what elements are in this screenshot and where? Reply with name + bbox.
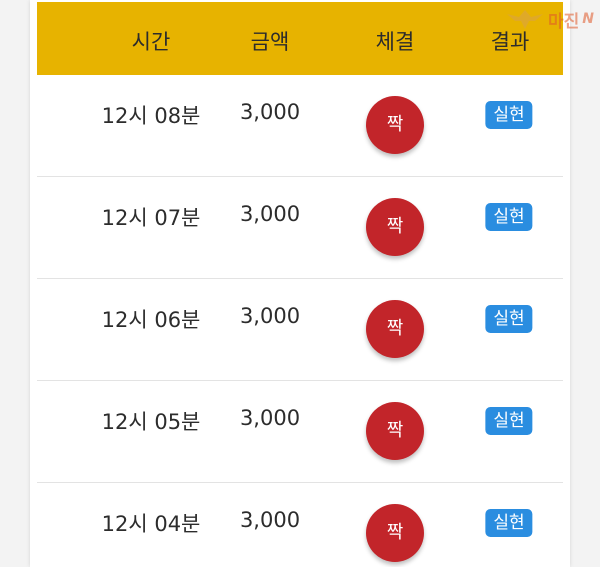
row-amount: 3,000: [239, 202, 301, 226]
page: 시간 금액 체결 결과 12시 08분 3,000 짝 실현 12시 07분 3…: [0, 0, 600, 567]
watermark-logo: 마진 N: [505, 4, 594, 34]
history-card: 시간 금액 체결 결과 12시 08분 3,000 짝 실현 12시 07분 3…: [30, 0, 570, 567]
row-amount: 3,000: [239, 100, 301, 124]
bet-even-circle: 짝: [366, 402, 424, 460]
bet-even-circle: 짝: [366, 504, 424, 562]
row-time: 12시 04분: [101, 512, 201, 536]
watermark-text: 마진: [548, 11, 580, 32]
row-time: 12시 08분: [101, 104, 201, 128]
result-badge: 실현: [485, 509, 533, 537]
row-amount: 3,000: [239, 406, 301, 430]
result-badge: 실현: [485, 101, 533, 129]
header-time: 시간: [131, 30, 171, 54]
result-badge: 실현: [485, 305, 533, 333]
header-bet: 체결: [375, 30, 415, 54]
header-amount: 금액: [250, 30, 290, 54]
table-row: 12시 08분 3,000 짝 실현: [37, 75, 563, 177]
table-body: 12시 08분 3,000 짝 실현 12시 07분 3,000 짝 실현 12…: [37, 75, 563, 567]
table-row: 12시 06분 3,000 짝 실현: [37, 279, 563, 381]
table-row: 12시 04분 3,000 짝 실현: [37, 483, 563, 567]
result-badge: 실현: [485, 407, 533, 435]
table-row: 12시 05분 3,000 짝 실현: [37, 381, 563, 483]
row-time: 12시 06분: [101, 308, 201, 332]
row-amount: 3,000: [239, 508, 301, 532]
bet-even-circle: 짝: [366, 198, 424, 256]
table-header: 시간 금액 체결 결과: [37, 2, 563, 75]
watermark-suffix: N: [582, 11, 594, 27]
row-amount: 3,000: [239, 304, 301, 328]
bet-even-circle: 짝: [366, 300, 424, 358]
row-time: 12시 07분: [101, 206, 201, 230]
bet-even-circle: 짝: [366, 96, 424, 154]
row-time: 12시 05분: [101, 410, 201, 434]
eagle-emblem-icon: [507, 10, 543, 29]
table-row: 12시 07분 3,000 짝 실현: [37, 177, 563, 279]
result-badge: 실현: [485, 203, 533, 231]
